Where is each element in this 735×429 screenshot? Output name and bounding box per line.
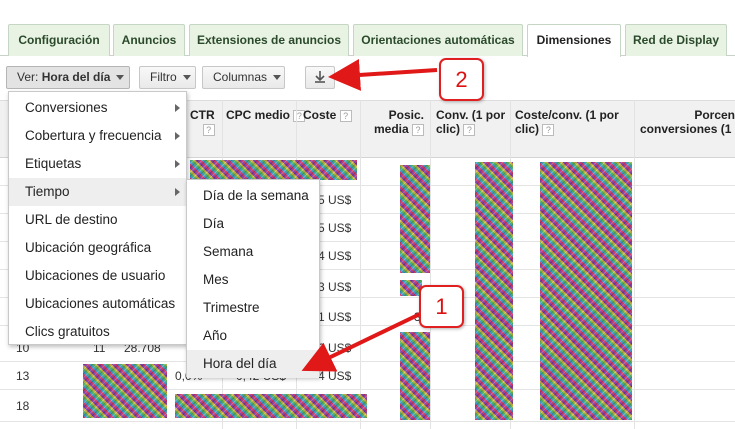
arrow-to-hora-del-dia xyxy=(301,312,421,372)
callout-1: 1 xyxy=(419,285,464,328)
annotation-arrows xyxy=(301,59,438,372)
arrow-to-download xyxy=(328,59,438,91)
callout-2: 2 xyxy=(439,58,484,101)
